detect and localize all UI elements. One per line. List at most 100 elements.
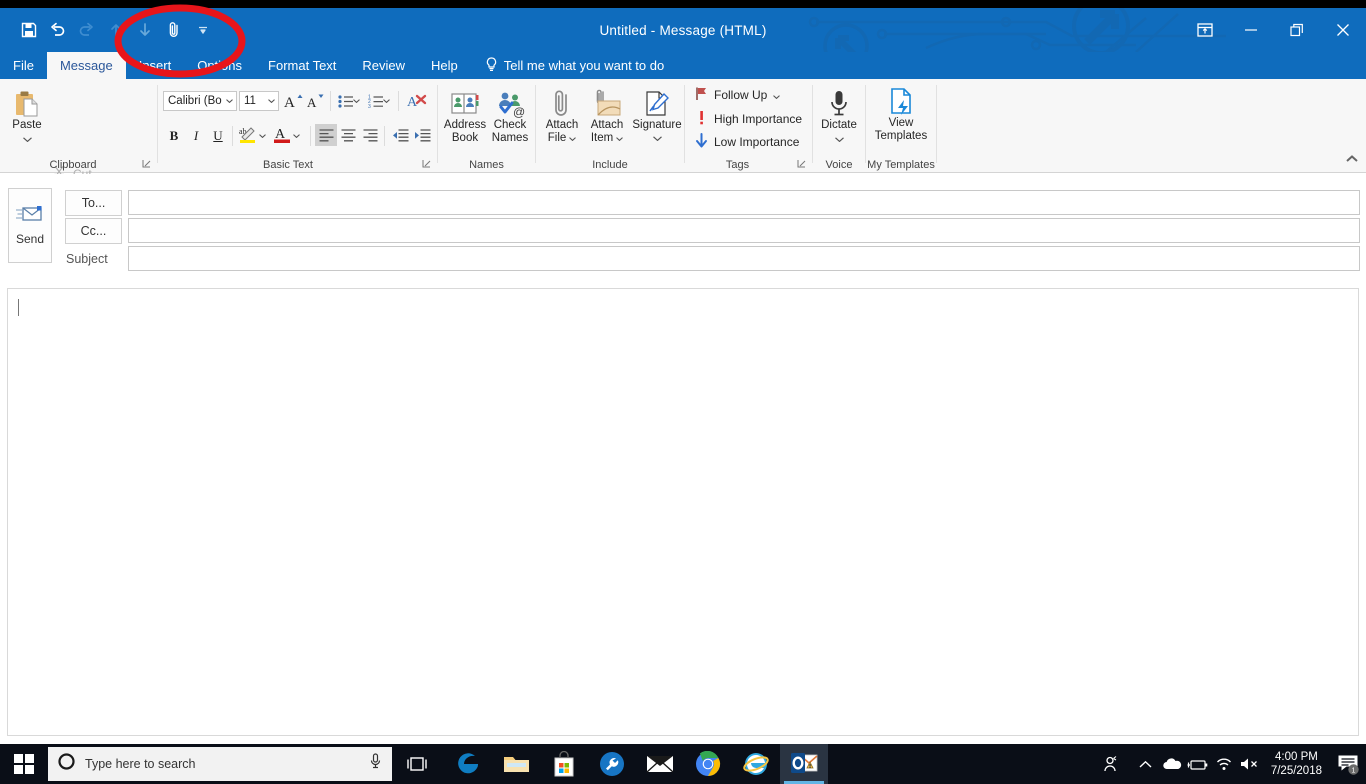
collapse-ribbon-button[interactable]	[1346, 150, 1358, 168]
tags-dialog-launcher[interactable]	[797, 159, 806, 170]
shrink-font-button[interactable]: A	[305, 90, 327, 112]
clipboard-dialog-launcher[interactable]	[142, 159, 151, 170]
view-templates-button[interactable]: View Templates	[868, 85, 934, 143]
underline-button[interactable]: U	[207, 125, 229, 147]
start-button[interactable]	[0, 744, 48, 784]
clock[interactable]: 4:00 PM 7/25/2018	[1263, 750, 1330, 778]
undo-icon[interactable]	[43, 15, 72, 45]
system-tray[interactable]: 4:00 PM 7/25/2018 1	[1097, 744, 1366, 784]
send-button[interactable]: Send	[8, 188, 52, 263]
taskbar-app-microsoft-edge[interactable]	[444, 744, 492, 784]
separator	[330, 91, 331, 111]
align-center-button[interactable]	[337, 124, 359, 146]
grow-font-button[interactable]: A	[283, 90, 305, 112]
align-left-button[interactable]	[315, 124, 337, 146]
save-icon[interactable]	[14, 15, 43, 45]
tab-help[interactable]: Help	[418, 52, 471, 79]
increase-indent-button[interactable]	[411, 124, 433, 146]
close-icon[interactable]	[1320, 8, 1366, 52]
font-name-combo[interactable]: Calibri (Bod	[163, 91, 237, 111]
font-size-combo[interactable]: 11	[239, 91, 279, 111]
chevron-down-icon[interactable]	[773, 88, 781, 102]
show-hidden-icons-icon[interactable]	[1133, 744, 1159, 784]
taskbar-app-google-chrome[interactable]	[684, 744, 732, 784]
quick-access-toolbar[interactable]	[14, 8, 217, 52]
cc-input[interactable]	[128, 218, 1360, 243]
numbering-dropdown[interactable]	[381, 90, 392, 112]
dictate-button[interactable]: Dictate	[815, 87, 863, 146]
tab-options[interactable]: Options	[184, 52, 255, 79]
ribbon-tabs[interactable]: File Message Insert Options Format Text …	[0, 52, 1366, 79]
restore-icon[interactable]	[1274, 8, 1320, 52]
attach-item-icon	[592, 87, 622, 119]
cortana-circle-icon[interactable]	[58, 753, 75, 775]
font-color-dropdown[interactable]	[291, 125, 302, 147]
taskbar-app-internet-explorer[interactable]	[732, 744, 780, 784]
search-input[interactable]: Type here to search	[48, 747, 392, 781]
to-input[interactable]	[128, 190, 1360, 215]
decrease-indent-button[interactable]	[389, 124, 411, 146]
high-importance-button[interactable]: High Importance	[695, 110, 802, 128]
customize-qat-icon[interactable]	[188, 15, 217, 45]
minimize-icon[interactable]	[1228, 8, 1274, 52]
chevron-down-icon[interactable]	[834, 133, 844, 146]
volume-muted-icon[interactable]	[1237, 744, 1263, 784]
action-center-icon[interactable]: 1	[1330, 744, 1366, 784]
taskbar-app-microsoft-store[interactable]	[540, 744, 588, 784]
taskbar-app-mail[interactable]	[636, 744, 684, 784]
microphone-icon[interactable]	[369, 753, 382, 775]
ribbon-display-options-icon[interactable]	[1182, 8, 1228, 52]
paste-button[interactable]: Paste	[6, 87, 48, 146]
font-color-button[interactable]: A	[271, 123, 293, 145]
highlight-dropdown[interactable]	[257, 125, 268, 147]
chevron-down-icon[interactable]	[264, 99, 278, 103]
chevron-down-icon[interactable]	[222, 99, 236, 103]
message-body[interactable]	[7, 288, 1359, 736]
previous-item-icon	[101, 15, 130, 45]
tab-format-text[interactable]: Format Text	[255, 52, 349, 79]
bold-button[interactable]: B	[163, 125, 185, 147]
check-names-button[interactable]: @ Check Names	[487, 87, 533, 145]
notification-count: 1	[1352, 767, 1356, 774]
align-right-button[interactable]	[359, 124, 381, 146]
tab-insert[interactable]: Insert	[126, 52, 185, 79]
chevron-down-icon[interactable]	[616, 132, 624, 145]
text-highlight-button[interactable]: ab	[237, 123, 259, 145]
basic-text-dialog-launcher[interactable]	[422, 159, 431, 170]
clear-formatting-button[interactable]: A	[406, 90, 428, 112]
people-icon[interactable]	[1097, 744, 1123, 784]
group-label-clipboard: Clipboard	[49, 159, 97, 171]
task-view-button[interactable]	[396, 744, 438, 784]
title-bar[interactable]: Untitled - Message (HTML)	[0, 8, 1366, 52]
taskbar[interactable]: Type here to search 4:00 PM 7/25/2018 1	[0, 744, 1366, 784]
taskbar-app-outlook[interactable]	[780, 744, 828, 784]
italic-button[interactable]: I	[185, 125, 207, 147]
to-button[interactable]: To...	[65, 190, 122, 216]
attach-file-button[interactable]: Attach File	[540, 87, 584, 145]
chevron-down-icon[interactable]	[569, 132, 577, 145]
group-label-names: Names	[469, 159, 504, 171]
taskbar-app-file-explorer[interactable]	[492, 744, 540, 784]
chevron-down-icon[interactable]	[22, 133, 32, 146]
chevron-down-icon[interactable]	[652, 132, 662, 145]
attach-item-button[interactable]: Attach Item	[583, 87, 631, 145]
window-controls[interactable]	[1182, 8, 1366, 52]
bullets-dropdown[interactable]	[351, 90, 362, 112]
taskbar-app-settings-tool[interactable]	[588, 744, 636, 784]
network-icon[interactable]	[1211, 744, 1237, 784]
tab-review[interactable]: Review	[349, 52, 418, 79]
follow-up-button[interactable]: Follow Up	[695, 86, 781, 104]
cc-button[interactable]: Cc...	[65, 218, 122, 244]
tab-message[interactable]: Message	[46, 52, 126, 79]
signature-button[interactable]: Signature	[632, 87, 682, 145]
onedrive-icon[interactable]	[1159, 744, 1185, 784]
send-envelope-icon	[16, 205, 44, 228]
tab-file[interactable]: File	[0, 52, 47, 79]
subject-input[interactable]	[128, 246, 1360, 271]
address-book-button[interactable]: Address Book	[442, 87, 488, 145]
tell-me-search[interactable]: Tell me what you want to do	[471, 52, 664, 79]
ribbon[interactable]: Paste Cut Copy Format Painter Clipboard	[0, 79, 1366, 227]
battery-icon[interactable]	[1185, 744, 1211, 784]
attach-file-icon[interactable]	[159, 15, 188, 45]
low-importance-button[interactable]: Low Importance	[695, 133, 799, 151]
